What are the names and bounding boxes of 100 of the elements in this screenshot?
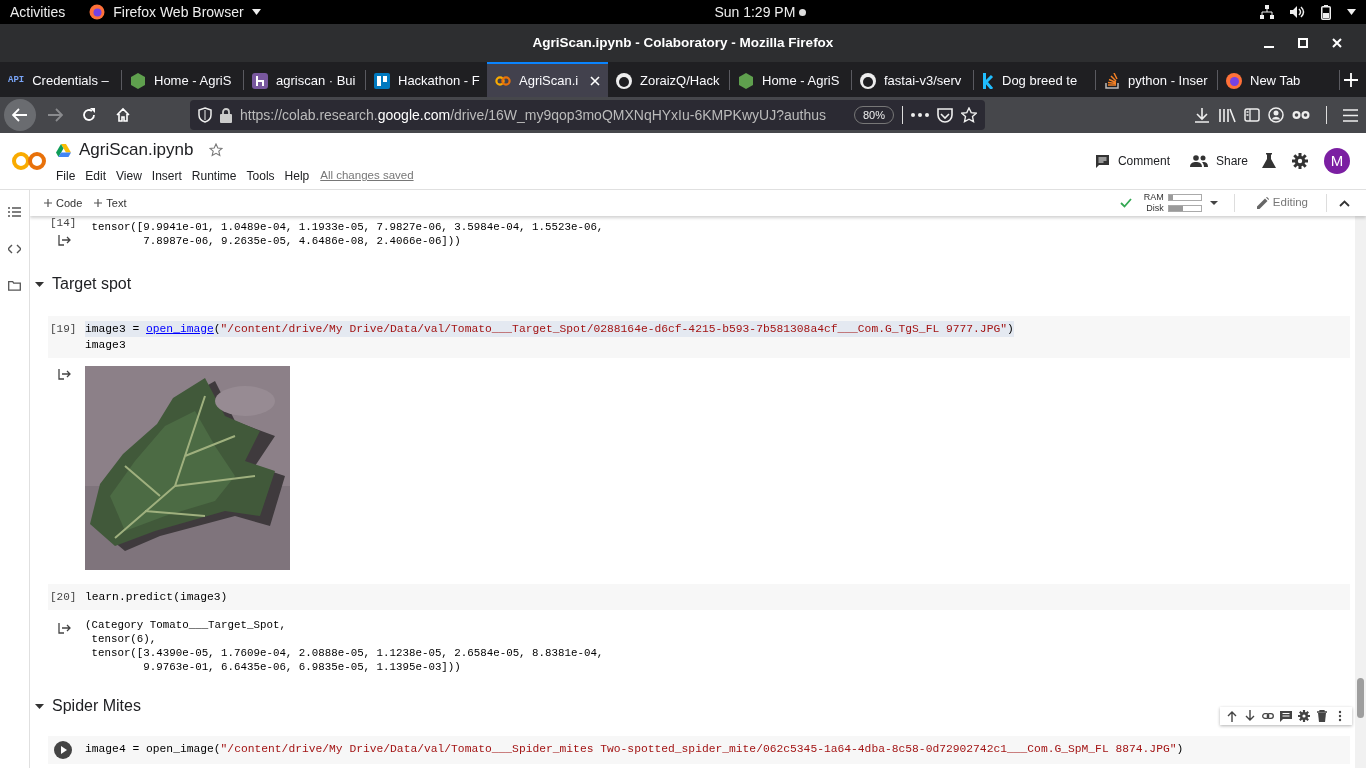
sidebar-icon[interactable]: [1244, 108, 1260, 122]
menu-item[interactable]: Tools: [241, 166, 280, 185]
browser-tab[interactable]: API Credentials –: [0, 62, 121, 97]
scrollbar-thumb[interactable]: [1357, 678, 1364, 718]
browser-logo-icon: [89, 4, 106, 20]
link-icon[interactable]: [1262, 710, 1274, 722]
star-icon[interactable]: [209, 143, 224, 157]
browser-tab[interactable]: Hackathon - F: [366, 62, 487, 97]
menu-item[interactable]: Help: [279, 166, 315, 185]
more-icon[interactable]: [911, 113, 929, 117]
download-icon[interactable]: [1194, 107, 1210, 123]
output-icon[interactable]: [58, 234, 71, 246]
maximize-icon[interactable]: [1298, 38, 1308, 48]
app-menu[interactable]: Firefox Web Browser: [89, 1, 261, 23]
app-icon: [252, 72, 268, 89]
account-avatar[interactable]: M: [1324, 148, 1350, 174]
address-bar[interactable]: https://colab.research.google.com/drive/16W_my9qop3moQMXNqHYxIu-6KMPKwyUJ?authus 80%: [190, 100, 985, 130]
bookmark-star-icon[interactable]: [961, 107, 977, 123]
people-icon: [1189, 155, 1208, 167]
resource-label: RAM: [1142, 192, 1164, 203]
browser-tab[interactable]: agriscan · Bui: [244, 62, 365, 97]
save-status-link[interactable]: All changes saved: [320, 167, 414, 185]
folder-icon[interactable]: [8, 281, 21, 291]
comment-icon: [1094, 153, 1110, 169]
menu-item[interactable]: Edit: [80, 166, 112, 185]
function-link[interactable]: open_image: [146, 323, 214, 335]
new-tab-icon[interactable]: [1344, 72, 1358, 87]
execution-count: [14]: [49, 218, 78, 228]
forward-arrow-icon: [47, 108, 63, 122]
pencil-icon: [1256, 197, 1269, 209]
editing-mode-button[interactable]: Editing: [1250, 194, 1314, 212]
add-code-button[interactable]: Code: [38, 194, 89, 212]
resources-button[interactable]: RAM Disk: [1139, 192, 1202, 214]
browser-tab[interactable]: Dog breed te: [974, 62, 1095, 97]
menu-item[interactable]: File: [51, 166, 81, 185]
flask-icon[interactable]: [1262, 153, 1276, 169]
browser-tab[interactable]: python - Inser: [1096, 62, 1217, 97]
close-icon[interactable]: [1332, 38, 1342, 48]
board-icon: [374, 72, 390, 89]
browser-tab[interactable]: ZoraizQ/Hack: [608, 62, 729, 97]
dropdown-caret-icon[interactable]: [1209, 201, 1218, 205]
execution-count: [20]: [49, 590, 77, 605]
menu-item[interactable]: Insert: [146, 166, 187, 185]
run-button[interactable]: [54, 741, 72, 759]
usage-meter: [1167, 205, 1202, 212]
output-text: tensor([9.9941e-01, 1.0489e-04, 1.1933e-05, 7.9827e-06, 3.5984e-04, 1.5523e-06,: [90, 220, 604, 234]
battery-icon[interactable]: [1321, 4, 1331, 20]
table-of-contents-icon[interactable]: [8, 207, 21, 217]
window-title: AgriScan.ipynb - Colaboratory - Mozilla Firefox: [532, 33, 834, 52]
browser-logo-icon: [1226, 72, 1242, 89]
mask-icon[interactable]: [1292, 110, 1310, 120]
browser-tab[interactable]: fastai-v3/serv: [852, 62, 973, 97]
library-icon[interactable]: [1218, 107, 1236, 123]
section-caret-icon[interactable]: [35, 701, 44, 711]
hexagon-icon: [738, 72, 754, 89]
menu-icon[interactable]: [1343, 108, 1358, 122]
settings-icon[interactable]: [1292, 153, 1308, 169]
browser-tab[interactable]: Home - AgriS: [122, 62, 243, 97]
settings-icon[interactable]: [1298, 710, 1310, 722]
api-label: API: [8, 73, 25, 87]
browser-tab[interactable]: New Tab: [1218, 62, 1339, 97]
menu-item[interactable]: Runtime: [186, 166, 242, 185]
comment-icon[interactable]: [1280, 710, 1292, 722]
code-line[interactable]: learn.predict(image3): [85, 589, 228, 605]
output-text: tensor(6),: [90, 632, 158, 646]
code-icon[interactable]: [8, 244, 21, 254]
resource-label: Disk: [1145, 203, 1164, 214]
section-heading: Target spot: [52, 274, 132, 294]
comment-button[interactable]: Comment: [1088, 148, 1176, 174]
notebook-title[interactable]: AgriScan.ipynb: [79, 137, 194, 163]
output-icon[interactable]: [58, 368, 71, 380]
caret-icon[interactable]: [1347, 9, 1356, 15]
lock-icon[interactable]: [220, 107, 232, 123]
output-text: tensor([3.4390e-05, 1.7609e-04, 2.0888e-05, 1.1238e-05, 2.6584e-05, 8.8381e-04,: [90, 646, 604, 660]
delete-icon[interactable]: [1316, 710, 1328, 722]
move-up-icon[interactable]: [1226, 710, 1238, 722]
logo-icon[interactable]: [12, 151, 46, 171]
section-caret-icon[interactable]: [35, 279, 44, 289]
code-line[interactable]: image3: [85, 337, 126, 353]
back-button[interactable]: [4, 99, 36, 131]
caret-icon: [251, 9, 261, 15]
close-icon[interactable]: [590, 75, 600, 86]
volume-icon[interactable]: [1290, 5, 1305, 19]
browser-tab[interactable]: AgriScan.i: [487, 62, 608, 97]
move-down-icon[interactable]: [1244, 710, 1256, 722]
menu-item[interactable]: View: [111, 166, 147, 185]
shield-icon[interactable]: [198, 107, 212, 123]
reload-icon: [81, 107, 97, 123]
output-icon[interactable]: [58, 622, 71, 634]
pocket-icon[interactable]: [937, 107, 953, 123]
collapse-icon[interactable]: [1339, 199, 1350, 207]
plus-icon: [44, 199, 52, 207]
activities-button[interactable]: Activities: [10, 1, 66, 23]
share-button[interactable]: Share: [1183, 148, 1254, 174]
clock[interactable]: Sun 1:29 PM: [714, 1, 796, 23]
add-text-button[interactable]: Text: [88, 194, 133, 212]
account-icon[interactable]: [1268, 107, 1284, 123]
browser-tab[interactable]: Home - AgriS: [730, 62, 851, 97]
back-arrow-icon: [12, 108, 28, 122]
network-icon[interactable]: [1260, 5, 1274, 19]
